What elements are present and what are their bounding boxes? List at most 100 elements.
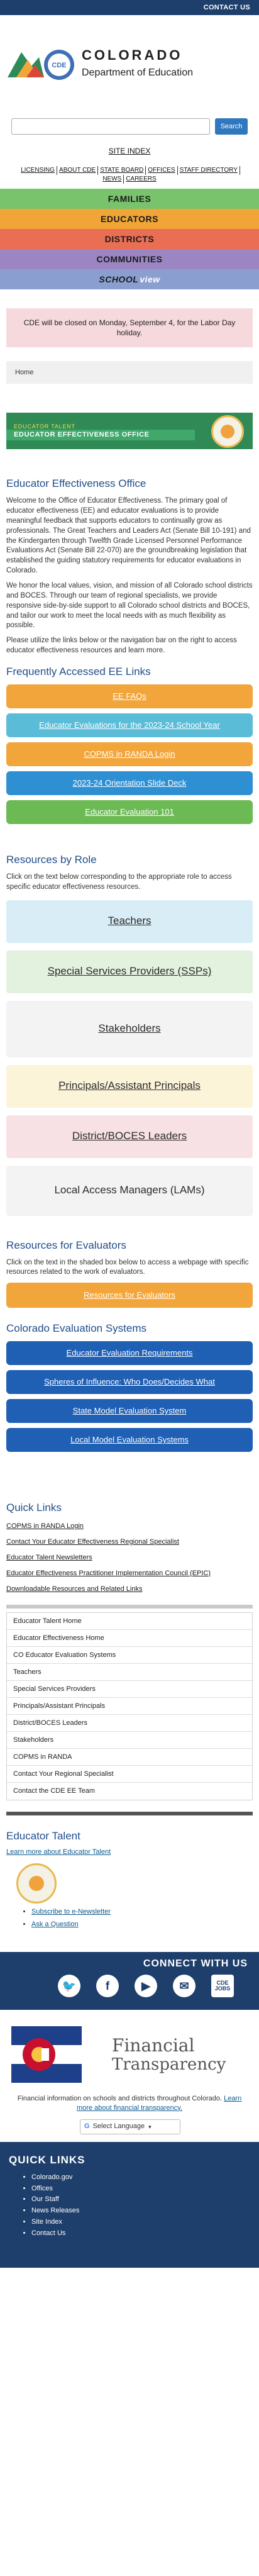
nav-districts[interactable]: DISTRICTS xyxy=(0,229,259,250)
resources-for-evaluators-button[interactable]: Resources for Evaluators xyxy=(6,1283,253,1308)
sidenav-item[interactable]: COPMS in RANDA xyxy=(7,1749,252,1766)
divider xyxy=(6,1605,253,1609)
orientation-slide-deck-button[interactable]: 2023-24 Orientation Slide Deck xyxy=(6,771,253,795)
divider xyxy=(6,1812,253,1816)
sidenav-item[interactable]: Contact the CDE EE Team xyxy=(7,1783,252,1800)
role-ssps[interactable]: Special Services Providers (SSPs) xyxy=(6,950,253,993)
role-district-leaders[interactable]: District/BOCES Leaders xyxy=(6,1115,253,1158)
sidenav-item[interactable]: Educator Effectiveness Home xyxy=(7,1630,252,1648)
role-stakeholders[interactable]: Stakeholders xyxy=(6,1000,253,1057)
quick-link[interactable]: Educator Effectiveness Practitioner Impl… xyxy=(6,1569,253,1578)
connect-with-us: CONNECT WITH US 🐦 f ▶ ✉ CDE JOBS xyxy=(0,1951,259,2010)
contact-us-link[interactable]: CONTACT US xyxy=(204,3,250,13)
footer-links-list: Colorado.gov Offices Our Staff News Rele… xyxy=(31,2173,250,2238)
roles-intro: Click on the text below corresponding to… xyxy=(6,873,232,891)
side-navigation: Educator Talent Home Educator Effectiven… xyxy=(6,1612,253,1801)
sidenav-item[interactable]: District/BOCES Leaders xyxy=(7,1715,252,1732)
language-select[interactable]: G Select Language ▾ xyxy=(80,2119,180,2134)
evaluations-2023-24-button[interactable]: Educator Evaluations for the 2023-24 Sch… xyxy=(6,713,253,737)
util-link-offices[interactable]: OFFICES xyxy=(146,166,178,176)
footer-link[interactable]: Offices xyxy=(31,2185,53,2192)
util-link-about[interactable]: ABOUT CDE xyxy=(57,166,99,176)
sidenav-item[interactable]: Teachers xyxy=(7,1664,252,1681)
quick-links-heading: Quick Links xyxy=(6,1502,62,1514)
util-link-state-board[interactable]: STATE BOARD xyxy=(98,166,146,176)
util-link-staff-directory[interactable]: STAFF DIRECTORY xyxy=(178,166,240,176)
holiday-alert: CDE will be closed on Monday, September … xyxy=(6,308,253,348)
role-principals[interactable]: Principals/Assistant Principals xyxy=(6,1064,253,1108)
search-input[interactable] xyxy=(11,118,210,135)
site-index: SITE INDEX xyxy=(0,146,259,156)
colorado-mountain-icon: CDE xyxy=(8,50,74,80)
state-model-button[interactable]: State Model Evaluation System xyxy=(6,1399,253,1424)
educator-talent-logo-icon xyxy=(16,1863,57,1904)
educator-talent-heading: Educator Talent xyxy=(6,1830,80,1843)
learn-educator-talent-link[interactable]: Learn more about Educator Talent xyxy=(6,1848,253,1857)
footer-link[interactable]: Site Index xyxy=(31,2218,62,2226)
util-link-careers[interactable]: CAREERS xyxy=(124,175,158,184)
nav-schoolview[interactable]: SCHOOL view xyxy=(0,269,259,290)
quick-link[interactable]: Educator Talent Newsletters xyxy=(6,1553,253,1563)
footer-link[interactable]: News Releases xyxy=(31,2207,79,2214)
copms-randa-login-button[interactable]: COPMS in RANDA Login xyxy=(6,742,253,766)
intro-paragraph-3: Please utilize the links below or the na… xyxy=(6,637,237,655)
financial-transparency: Financial Transparency Financial informa… xyxy=(0,2009,259,2142)
transparency-label: Transparency xyxy=(112,2055,226,2074)
utility-links: LICENSING ABOUT CDE STATE BOARD OFFICES … xyxy=(0,166,259,184)
subscribe-newsletter-link[interactable]: Subscribe to e-Newsletter xyxy=(31,1908,111,1915)
financial-desc-text: Financial information on schools and dis… xyxy=(17,2094,224,2102)
dept-name: Department of Education xyxy=(82,67,193,79)
sidenav-item[interactable]: Stakeholders xyxy=(7,1732,252,1749)
twitter-icon[interactable]: 🐦 xyxy=(58,1974,80,1997)
sidenav-item[interactable]: Contact Your Regional Specialist xyxy=(7,1766,252,1783)
quick-link[interactable]: Downloadable Resources and Related Links xyxy=(6,1585,253,1594)
page-title: Educator Effectiveness Office xyxy=(6,477,146,490)
colorado-flag-icon[interactable] xyxy=(11,2026,82,2083)
sidenav-item[interactable]: CO Educator Evaluation Systems xyxy=(7,1647,252,1664)
language-select-label: Select Language xyxy=(92,2122,145,2131)
facebook-icon[interactable]: f xyxy=(96,1974,119,1997)
breadcrumb-home[interactable]: Home xyxy=(15,368,33,377)
util-link-news[interactable]: NEWS xyxy=(101,175,124,184)
site-index-link[interactable]: SITE INDEX xyxy=(109,147,151,155)
evaluators-heading: Resources for Evaluators xyxy=(6,1239,126,1251)
ee-faqs-button[interactable]: EE FAQs xyxy=(6,684,253,708)
spheres-of-influence-button[interactable]: Spheres of Influence: Who Does/Decides W… xyxy=(6,1370,253,1395)
schoolview-post: view xyxy=(140,274,160,284)
footer-link[interactable]: Contact Us xyxy=(31,2229,65,2237)
footer-link[interactable]: Colorado.gov xyxy=(31,2173,72,2181)
systems-heading: Colorado Evaluation Systems xyxy=(6,1322,147,1335)
schoolview-pre: SCHOOL xyxy=(99,274,139,284)
nav-educators[interactable]: EDUCATORS xyxy=(0,209,259,230)
quick-link[interactable]: COPMS in RANDA Login xyxy=(6,1522,253,1531)
educator-evaluation-101-button[interactable]: Educator Evaluation 101 xyxy=(6,800,253,824)
social-icons: 🐦 f ▶ ✉ CDE JOBS xyxy=(58,1974,234,1997)
role-teachers[interactable]: Teachers xyxy=(6,900,253,943)
quick-link[interactable]: Contact Your Educator Effectiveness Regi… xyxy=(6,1537,253,1547)
nav-communities[interactable]: COMMUNITIES xyxy=(0,249,259,270)
main-nav: FAMILIES EDUCATORS DISTRICTS COMMUNITIES… xyxy=(0,189,259,290)
local-model-button[interactable]: Local Model Evaluation Systems xyxy=(6,1428,253,1452)
sidenav-item[interactable]: Special Services Providers xyxy=(7,1681,252,1698)
footer-link[interactable]: Our Staff xyxy=(31,2195,59,2203)
role-lams[interactable]: Local Access Managers (LAMs) xyxy=(6,1165,253,1216)
nav-families[interactable]: FAMILIES xyxy=(0,189,259,209)
educator-talent-section: Educator Talent Learn more about Educato… xyxy=(0,1829,259,1929)
sidenav-item[interactable]: Educator Talent Home xyxy=(7,1613,252,1631)
search-bar: Search xyxy=(0,118,259,135)
intro-paragraph-1: Welcome to the Office of Educator Effect… xyxy=(6,497,251,575)
main-content: Educator Effectiveness Office Welcome to… xyxy=(0,477,259,1609)
mail-icon[interactable]: ✉ xyxy=(173,1974,196,1997)
cde-logo[interactable]: CDE xyxy=(8,41,77,85)
sidenav-item[interactable]: Principals/Assistant Principals xyxy=(7,1698,252,1715)
evaluators-intro: Click on the text in the shaded box belo… xyxy=(6,1258,249,1276)
top-bar: CONTACT US xyxy=(0,0,259,15)
eval-requirements-button[interactable]: Educator Evaluation Requirements xyxy=(6,1341,253,1366)
util-link-licensing[interactable]: LICENSING xyxy=(19,166,58,176)
search-button[interactable]: Search xyxy=(215,118,248,135)
educator-talent-logo-icon xyxy=(211,415,244,449)
ask-question-link[interactable]: Ask a Question xyxy=(31,1921,79,1928)
cde-jobs-icon[interactable]: CDE JOBS xyxy=(211,1974,234,1997)
youtube-icon[interactable]: ▶ xyxy=(135,1974,157,1997)
footer-quick-links: QUICK LINKS Colorado.gov Offices Our Sta… xyxy=(0,2141,259,2268)
